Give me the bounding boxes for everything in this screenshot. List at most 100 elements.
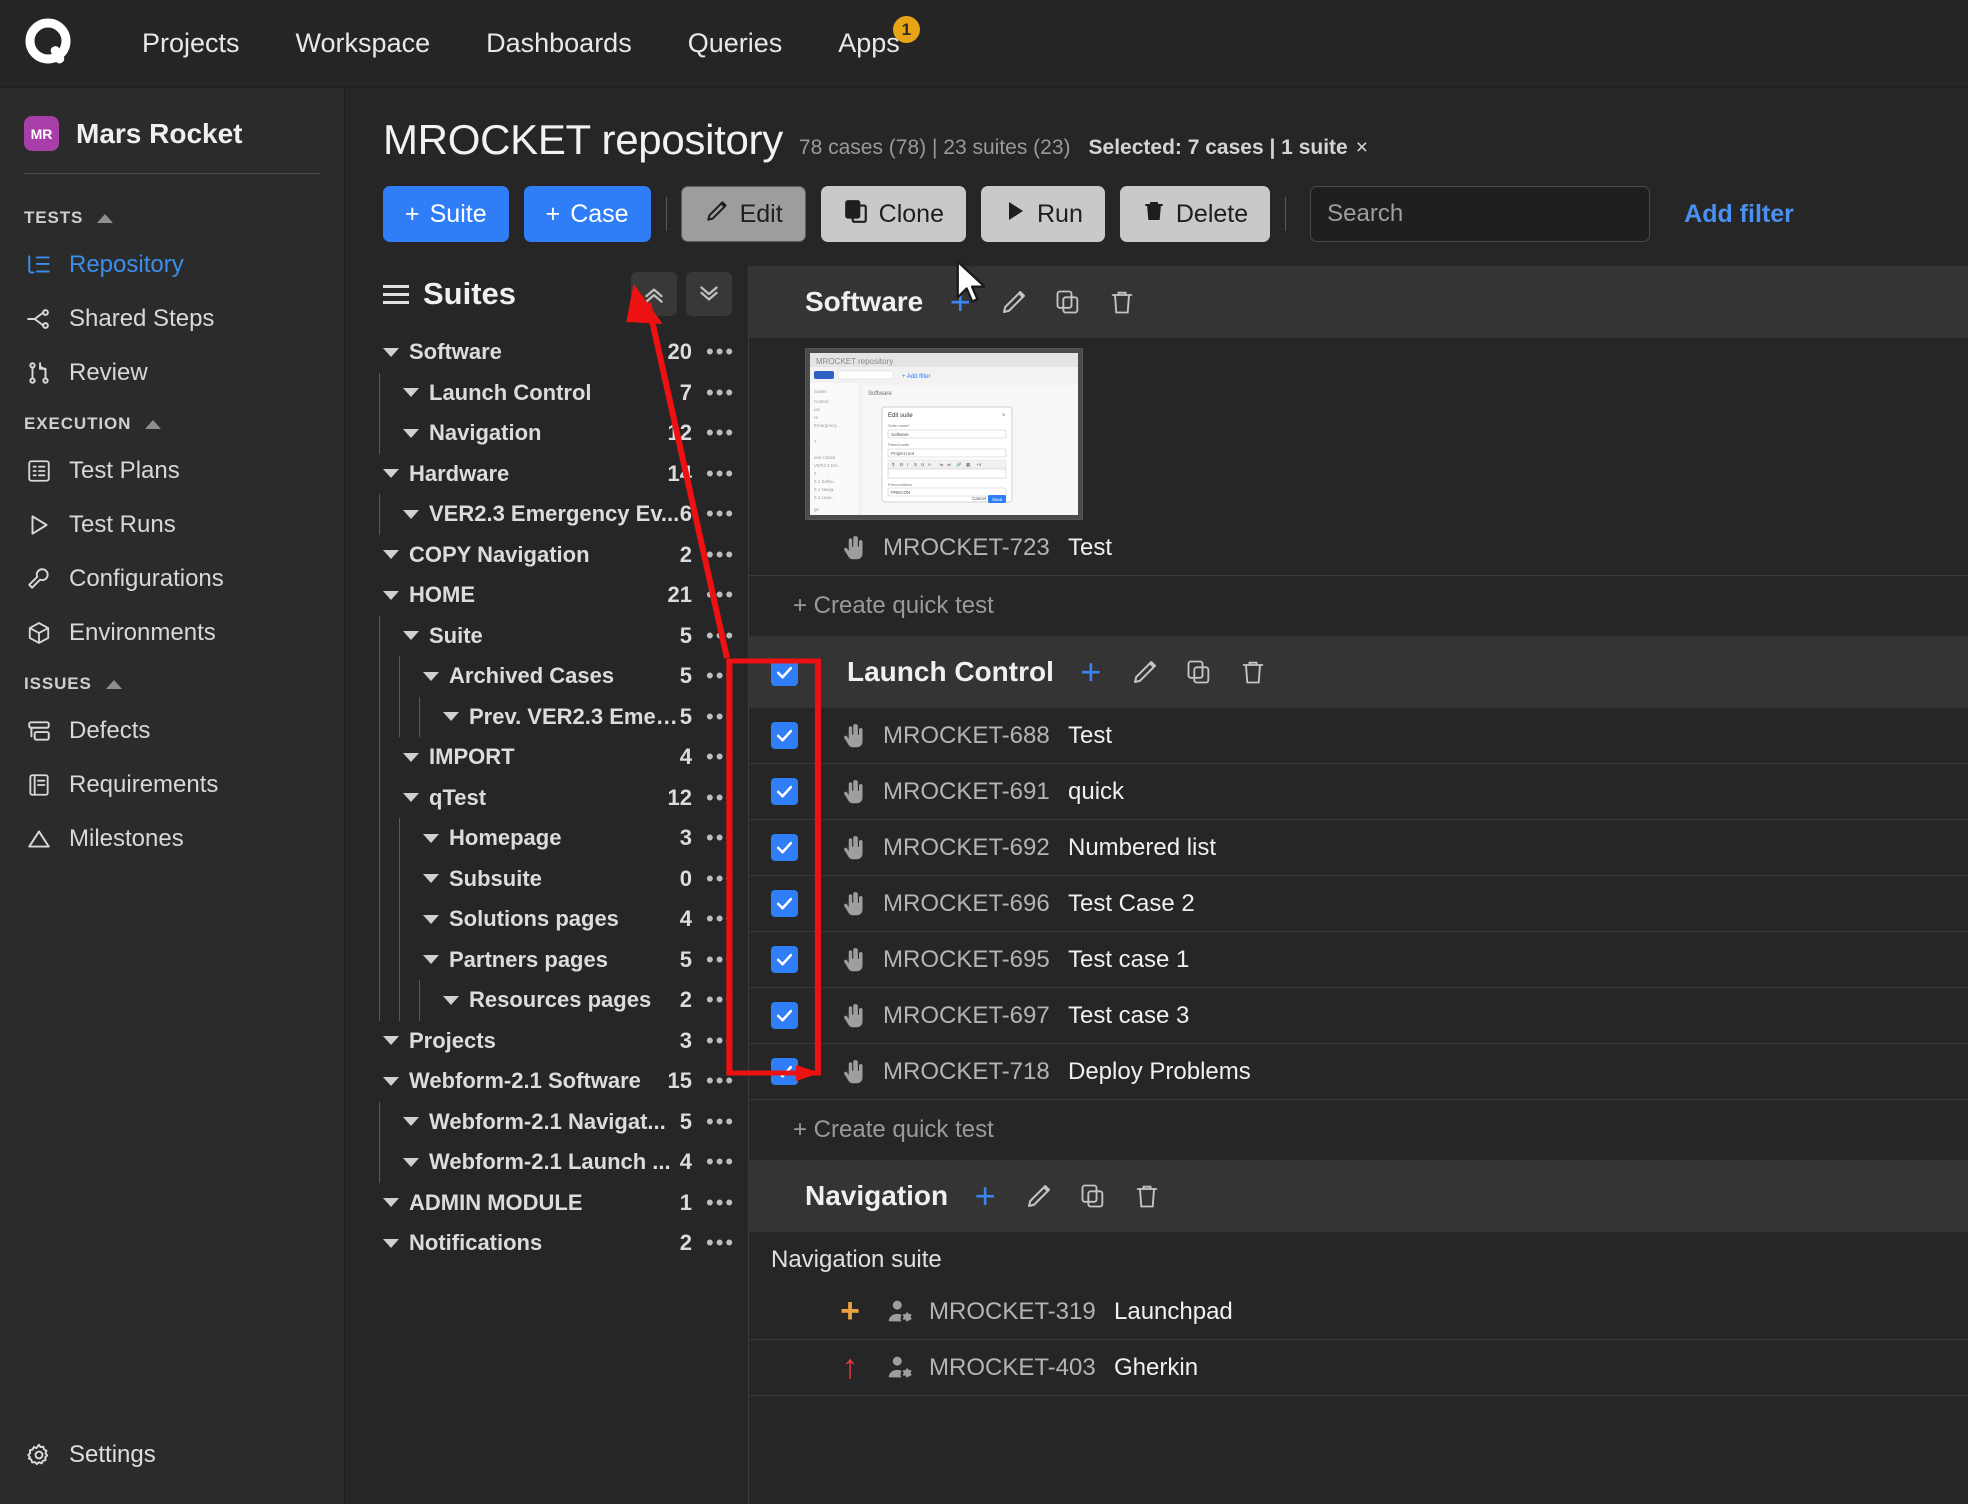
- caret-down-icon[interactable]: [443, 712, 459, 722]
- trash-icon[interactable]: [1105, 285, 1139, 319]
- caret-down-icon[interactable]: [403, 631, 419, 641]
- suite-tree-item[interactable]: Projects 3 •••: [345, 1021, 748, 1062]
- caret-down-icon[interactable]: [383, 590, 399, 600]
- suite-tree-item[interactable]: Webform-2.1 Launch ... 4 •••: [345, 1142, 748, 1183]
- suite-tree-item[interactable]: Hardware 14 •••: [345, 454, 748, 495]
- suite-tree-item[interactable]: Subsuite 0 •••: [345, 858, 748, 899]
- case-checkbox[interactable]: [771, 722, 798, 749]
- qtest-q-logo[interactable]: [22, 16, 78, 72]
- ellipsis-icon[interactable]: •••: [706, 1149, 733, 1175]
- pencil-icon[interactable]: [1022, 1179, 1056, 1213]
- pencil-icon[interactable]: [1128, 655, 1162, 689]
- project-selector[interactable]: MR Mars Rocket: [0, 88, 344, 173]
- suite-tree-item[interactable]: Suite 5 •••: [345, 615, 748, 656]
- sidebar-item-test-runs[interactable]: Test Runs: [0, 498, 344, 552]
- ellipsis-icon[interactable]: •••: [706, 866, 733, 892]
- menu-icon[interactable]: [383, 284, 409, 304]
- case-checkbox[interactable]: [771, 1058, 798, 1085]
- suite-tree-item[interactable]: Prev. VER2.3 Emer... 5 •••: [345, 696, 748, 737]
- clone-button[interactable]: Clone: [820, 186, 966, 242]
- ellipsis-icon[interactable]: •••: [706, 501, 733, 527]
- table-row[interactable]: MROCKET-697 Test case 3: [749, 988, 1968, 1044]
- pencil-icon[interactable]: [997, 285, 1031, 319]
- nav-projects[interactable]: Projects: [114, 28, 268, 59]
- suite-checkbox[interactable]: [771, 658, 798, 686]
- expand-all-button[interactable]: [686, 272, 732, 316]
- sidebar-item-review[interactable]: Review: [0, 346, 344, 400]
- nav-queries[interactable]: Queries: [660, 28, 811, 59]
- add-filter-link[interactable]: Add filter: [1684, 200, 1794, 229]
- suite-tree-item[interactable]: Webform-2.1 Navigat... 5 •••: [345, 1101, 748, 1142]
- sidebar-group-tests[interactable]: TESTS: [0, 194, 344, 238]
- caret-down-icon[interactable]: [403, 752, 419, 762]
- caret-down-icon[interactable]: [383, 1036, 399, 1046]
- caret-down-icon[interactable]: [423, 671, 439, 681]
- table-row[interactable]: MROCKET-718 Deploy Problems: [749, 1044, 1968, 1100]
- ellipsis-icon[interactable]: •••: [706, 582, 733, 608]
- ellipsis-icon[interactable]: •••: [706, 785, 733, 811]
- sidebar-item-defects[interactable]: Defects: [0, 704, 344, 758]
- nav-workspace[interactable]: Workspace: [268, 28, 459, 59]
- ellipsis-icon[interactable]: •••: [706, 380, 733, 406]
- clone-icon[interactable]: [1076, 1179, 1110, 1213]
- caret-down-icon[interactable]: [423, 955, 439, 965]
- collapse-all-button[interactable]: [631, 272, 677, 316]
- caret-down-icon[interactable]: [403, 793, 419, 803]
- table-row[interactable]: MROCKET-688 Test: [749, 708, 1968, 764]
- suite-tree-item[interactable]: Notifications 2 •••: [345, 1223, 748, 1264]
- ellipsis-icon[interactable]: •••: [706, 744, 733, 770]
- edit-suite-dialog-thumbnail[interactable]: MROCKET repository + Add filter Suites Co…: [805, 348, 1083, 520]
- case-checkbox[interactable]: [771, 1002, 798, 1029]
- caret-down-icon[interactable]: [403, 388, 419, 398]
- case-checkbox[interactable]: [771, 890, 798, 917]
- ellipsis-icon[interactable]: •••: [706, 704, 733, 730]
- suite-tree-item[interactable]: Archived Cases 5 •••: [345, 656, 748, 697]
- sidebar-item-shared-steps[interactable]: Shared Steps: [0, 292, 344, 346]
- suite-tree-item[interactable]: HOME 21 •••: [345, 575, 748, 616]
- suite-tree-item[interactable]: qTest 12 •••: [345, 777, 748, 818]
- sidebar-item-settings[interactable]: Settings: [0, 1426, 344, 1504]
- case-checkbox[interactable]: [771, 834, 798, 861]
- trash-icon[interactable]: [1130, 1179, 1164, 1213]
- caret-down-icon[interactable]: [403, 1117, 419, 1127]
- nav-dashboards[interactable]: Dashboards: [458, 28, 660, 59]
- table-row[interactable]: MROCKET-723 Test: [749, 520, 1968, 576]
- plus-icon[interactable]: +: [968, 1178, 1002, 1214]
- suite-tree-item[interactable]: VER2.3 Emergency Ev... 6 •••: [345, 494, 748, 535]
- sidebar-item-requirements[interactable]: Requirements: [0, 758, 344, 812]
- ellipsis-icon[interactable]: •••: [706, 542, 733, 568]
- add-suite-button[interactable]: + Suite: [383, 186, 509, 242]
- ellipsis-icon[interactable]: •••: [706, 947, 733, 973]
- ellipsis-icon[interactable]: •••: [706, 1109, 733, 1135]
- table-row[interactable]: + MROCKET-319 Launchpad: [749, 1284, 1968, 1340]
- caret-down-icon[interactable]: [443, 995, 459, 1005]
- ellipsis-icon[interactable]: •••: [706, 1028, 733, 1054]
- ellipsis-icon[interactable]: •••: [706, 623, 733, 649]
- suite-tree-item[interactable]: ADMIN MODULE 1 •••: [345, 1183, 748, 1224]
- caret-down-icon[interactable]: [423, 914, 439, 924]
- suite-tree-item[interactable]: Homepage 3 •••: [345, 818, 748, 859]
- caret-down-icon[interactable]: [383, 1198, 399, 1208]
- ellipsis-icon[interactable]: •••: [706, 1230, 733, 1256]
- caret-down-icon[interactable]: [383, 469, 399, 479]
- table-row[interactable]: MROCKET-696 Test Case 2: [749, 876, 1968, 932]
- add-case-button[interactable]: + Case: [523, 186, 651, 242]
- sidebar-group-issues[interactable]: ISSUES: [0, 660, 344, 704]
- clone-icon[interactable]: [1182, 655, 1216, 689]
- caret-down-icon[interactable]: [383, 550, 399, 560]
- table-row[interactable]: ↑ MROCKET-403 Gherkin: [749, 1340, 1968, 1396]
- sidebar-item-environments[interactable]: Environments: [0, 606, 344, 660]
- sidebar-item-configurations[interactable]: Configurations: [0, 552, 344, 606]
- sidebar-item-test-plans[interactable]: Test Plans: [0, 444, 344, 498]
- suite-tree-item[interactable]: Navigation 12 •••: [345, 413, 748, 454]
- caret-down-icon[interactable]: [403, 428, 419, 438]
- ellipsis-icon[interactable]: •••: [706, 663, 733, 689]
- caret-down-icon[interactable]: [403, 509, 419, 519]
- suite-tree-item[interactable]: Solutions pages 4 •••: [345, 899, 748, 940]
- plus-icon[interactable]: +: [1074, 654, 1108, 690]
- ellipsis-icon[interactable]: •••: [706, 825, 733, 851]
- nav-apps[interactable]: Apps 1: [810, 16, 928, 59]
- ellipsis-icon[interactable]: •••: [706, 906, 733, 932]
- create-quick-test-link[interactable]: + Create quick test: [749, 576, 1968, 636]
- suite-tree-item[interactable]: COPY Navigation 2 •••: [345, 535, 748, 576]
